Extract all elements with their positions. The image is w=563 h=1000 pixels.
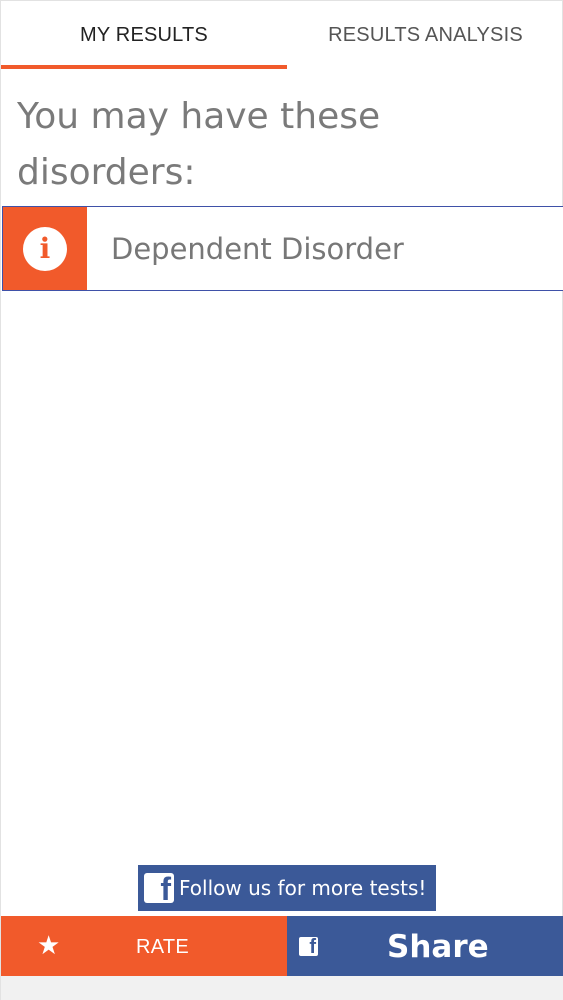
star-icon: ★ xyxy=(37,930,61,960)
result-item-dependent-disorder[interactable]: i Dependent Disorder xyxy=(2,206,563,291)
tab-my-results[interactable]: MY RESULTS xyxy=(1,1,287,69)
result-icon-container: i xyxy=(3,207,87,290)
rate-label: RATE xyxy=(136,936,190,958)
result-label: Dependent Disorder xyxy=(111,231,404,266)
facebook-icon: f xyxy=(144,873,174,903)
follow-us-banner[interactable]: f Follow us for more tests! xyxy=(138,865,436,911)
system-nav-strip xyxy=(1,976,563,1000)
follow-banner-text: Follow us for more tests! xyxy=(179,876,427,900)
tab-bar: MY RESULTS RESULTS ANALYSIS xyxy=(1,1,563,69)
bottom-action-bar: ★ RATE f Share xyxy=(1,916,563,976)
share-label: Share xyxy=(387,929,489,965)
tab-results-analysis[interactable]: RESULTS ANALYSIS xyxy=(287,1,563,69)
rate-button[interactable]: ★ RATE xyxy=(1,916,287,976)
page-title: You may have these disorders: xyxy=(17,96,381,193)
share-button[interactable]: f Share xyxy=(287,916,563,976)
active-tab-indicator xyxy=(1,65,287,69)
app-screen: MY RESULTS RESULTS ANALYSIS You may have… xyxy=(0,0,563,1000)
info-icon: i xyxy=(23,226,67,271)
facebook-icon: f xyxy=(299,937,318,956)
